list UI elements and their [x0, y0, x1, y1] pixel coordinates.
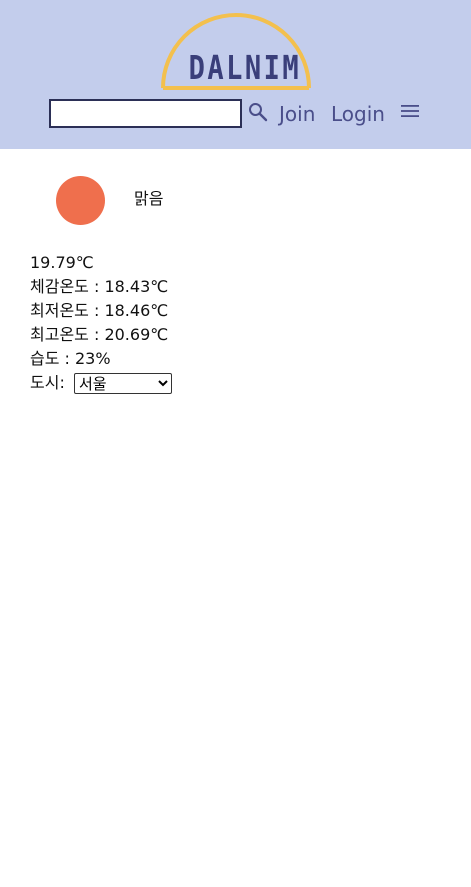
min-temperature: 최저온도 : 18.46℃	[30, 301, 169, 320]
login-link[interactable]: Login	[331, 100, 385, 128]
logo-text[interactable]: DALNIM	[189, 50, 299, 86]
humidity: 습도 : 23%	[30, 349, 111, 368]
search-icon[interactable]	[248, 102, 268, 122]
weather-icon	[56, 176, 105, 225]
city-select[interactable]: 서울	[73, 373, 172, 394]
city-label: 도시:	[30, 373, 65, 392]
join-link[interactable]: Join	[279, 100, 315, 128]
site-header: DALNIM Join Login	[0, 0, 471, 149]
current-temperature: 19.79℃	[30, 253, 94, 272]
feels-like-temperature: 체감온도 : 18.43℃	[30, 277, 169, 296]
weather-info: 19.79℃ 체감온도 : 18.43℃ 최저온도 : 18.46℃ 최고온도 …	[30, 251, 172, 395]
weather-description: 맑음	[134, 189, 164, 208]
search-input[interactable]	[49, 99, 242, 128]
hamburger-menu-icon[interactable]	[400, 103, 420, 119]
max-temperature: 최고온도 : 20.69℃	[30, 325, 169, 344]
city-row: 도시: 서울	[30, 371, 172, 395]
